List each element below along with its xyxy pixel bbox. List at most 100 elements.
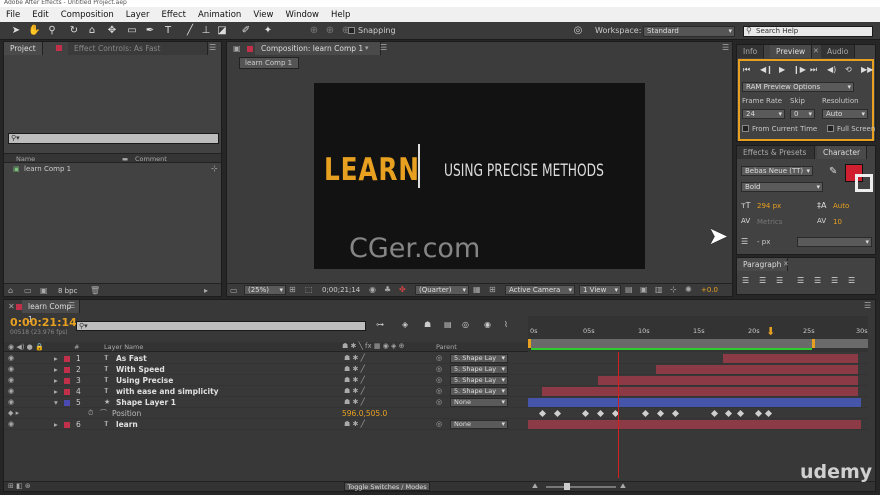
justify-center-icon[interactable]: ☰ [814, 276, 821, 285]
justify-right-icon[interactable]: ☰ [831, 276, 838, 285]
kerning-value[interactable]: Metrics [757, 218, 782, 226]
expand-twirl-icon[interactable]: ▸ [54, 375, 58, 386]
zoom-slider-thumb[interactable] [564, 483, 570, 490]
resolution-select[interactable]: Auto [822, 109, 868, 119]
layer-switches[interactable]: ☗ ✱ ╱ [344, 353, 365, 364]
pick-whip-icon[interactable]: ◎ [436, 375, 442, 386]
layer-name[interactable]: With Speed [116, 364, 165, 375]
stroke-width-value[interactable]: - px [757, 238, 770, 246]
panel-menu-icon[interactable]: ☰ [864, 301, 871, 310]
tab-preview[interactable]: Preview [770, 45, 813, 58]
stopwatch-icon[interactable]: ⏱ [88, 408, 93, 419]
zoom-select[interactable]: (25%) [244, 285, 286, 295]
close-tab-icon[interactable]: ✕ [813, 47, 819, 55]
justify-left-icon[interactable]: ☰ [797, 276, 804, 285]
play-icon[interactable]: ▶ [779, 65, 785, 74]
menu-window[interactable]: Window [279, 10, 325, 20]
close-icon[interactable]: ✕ [8, 302, 15, 311]
layer-row[interactable]: ◉ ▸ 2 𝐓 With Speed ☗ ✱ ╱ ◎ 5. Shape Lay [4, 364, 529, 375]
region-icon[interactable]: ⬚ [305, 285, 313, 294]
flowchart-icon[interactable]: ⊹ [211, 164, 218, 173]
interpret-footage-icon[interactable]: ⌂ [8, 286, 13, 295]
frame-rate-select[interactable]: 24 [742, 109, 785, 119]
grid-icon[interactable]: ⊞ [489, 285, 496, 294]
parent-select[interactable]: 5. Shape Lay [450, 376, 508, 385]
visibility-eye-icon[interactable]: ◉ [8, 375, 14, 386]
frame-blending-icon[interactable]: ▤ [444, 320, 452, 329]
keyframe[interactable] [581, 409, 590, 418]
parent-select[interactable]: 5. Shape Lay [450, 354, 508, 363]
timeline-track[interactable] [528, 375, 868, 386]
pixel-aspect-icon[interactable]: ▤ [625, 285, 633, 294]
hand-tool-icon[interactable]: ✋ [28, 25, 40, 37]
menu-view[interactable]: View [247, 10, 279, 20]
layer-name[interactable]: learn [116, 419, 138, 430]
column-comment[interactable]: Comment [135, 155, 167, 163]
menu-composition[interactable]: Composition [55, 10, 120, 20]
audio-icon[interactable]: ◀) [827, 65, 836, 74]
tab-character[interactable]: Character [817, 146, 868, 159]
pick-whip-icon[interactable]: ◎ [436, 397, 442, 408]
align-center-icon[interactable]: ☰ [759, 276, 766, 285]
pick-whip-icon[interactable]: ◎ [436, 386, 442, 397]
menu-help[interactable]: Help [325, 10, 356, 20]
trash-icon[interactable]: 🗑 [90, 286, 100, 295]
tab-paragraph[interactable]: Paragraph [737, 258, 789, 271]
timeline-track[interactable] [528, 408, 868, 419]
selection-tool-icon[interactable]: ➤ [10, 25, 22, 37]
new-folder-icon[interactable]: ▭ [24, 286, 32, 295]
zoom-in-icon[interactable]: ⛰ [620, 482, 626, 491]
layer-name[interactable]: Shape Layer 1 [116, 397, 176, 408]
draft-3d-icon[interactable]: ◈ [402, 320, 408, 329]
align-right-icon[interactable]: ☰ [776, 276, 783, 285]
column-parent[interactable]: Parent [436, 343, 457, 351]
bpc-label[interactable]: 8 bpc [58, 287, 77, 295]
graph-icon[interactable]: ⌒ [100, 408, 107, 419]
type-tool-icon[interactable]: T [162, 25, 174, 37]
snapping-checkbox[interactable] [348, 27, 355, 34]
keyframe[interactable] [736, 409, 745, 418]
next-frame-icon[interactable]: ❙▶ [793, 65, 806, 74]
layer-duration-bar[interactable] [656, 365, 858, 374]
new-comp-icon[interactable]: ▣ [40, 286, 48, 295]
expand-twirl-icon[interactable]: ▸ [54, 419, 58, 430]
zoom-out-icon[interactable]: ⛰ [532, 482, 538, 491]
tab-menu-icon[interactable]: ☰ [380, 43, 387, 52]
tab-menu-icon[interactable]: ☰ [68, 301, 75, 310]
layer-label-color[interactable] [64, 389, 70, 395]
camera-select[interactable]: Active Camera [505, 285, 575, 295]
layer-label-color[interactable] [64, 400, 70, 406]
skip-select[interactable]: 0 [790, 109, 815, 119]
time-ruler[interactable]: 0s 05s 10s 15s 20s 25s 30s ⬇ [528, 316, 868, 352]
pick-whip-icon[interactable]: ◎ [436, 419, 442, 430]
panel-menu-icon[interactable]: ☰ [722, 43, 729, 52]
fast-preview-icon[interactable]: ▣ [640, 285, 648, 294]
keyframe[interactable] [596, 409, 605, 418]
expand-twirl-icon[interactable]: ▸ [54, 364, 58, 375]
flowchart-icon[interactable]: ⊹ [670, 285, 677, 294]
safe-zones-icon[interactable]: ⊞ [289, 285, 296, 294]
parent-select[interactable]: None [450, 420, 508, 429]
current-time-indicator-icon[interactable]: ⬇ [766, 325, 775, 338]
parent-select[interactable]: 5. Shape Lay [450, 387, 508, 396]
playhead-line[interactable] [618, 352, 619, 478]
work-area-bar[interactable] [528, 339, 868, 348]
workspace-select[interactable]: Standard [643, 26, 735, 37]
timeline-icon[interactable]: ▥ [655, 285, 663, 294]
full-screen-checkbox[interactable] [827, 125, 834, 132]
menu-file[interactable]: File [0, 10, 26, 20]
tab-project[interactable]: Project [4, 42, 43, 55]
menu-effect[interactable]: Effect [156, 10, 192, 20]
layer-duration-bar[interactable] [542, 387, 858, 396]
project-item-comp[interactable]: ▣ learn Comp 1 [10, 165, 210, 175]
layer-row[interactable]: ◉ ▸ 6 𝐓learn ☗ ✱ ╱ ◎ None [4, 419, 529, 430]
always-preview-icon[interactable]: ▭ [230, 286, 238, 295]
font-style-select[interactable]: Bold [741, 182, 823, 192]
column-name[interactable]: Name [16, 155, 35, 163]
layer-duration-bar[interactable] [528, 420, 861, 429]
comp-mini-flowchart-icon[interactable]: ⊶ [376, 320, 384, 329]
toggle-switches-button[interactable]: Toggle Switches / Modes [344, 482, 430, 491]
layer-switches[interactable]: ☗ ✱ ╱ [344, 397, 365, 408]
tab-composition[interactable]: Composition: learn Comp 1 [255, 42, 381, 55]
exposure-value[interactable]: +0.0 [701, 286, 718, 294]
